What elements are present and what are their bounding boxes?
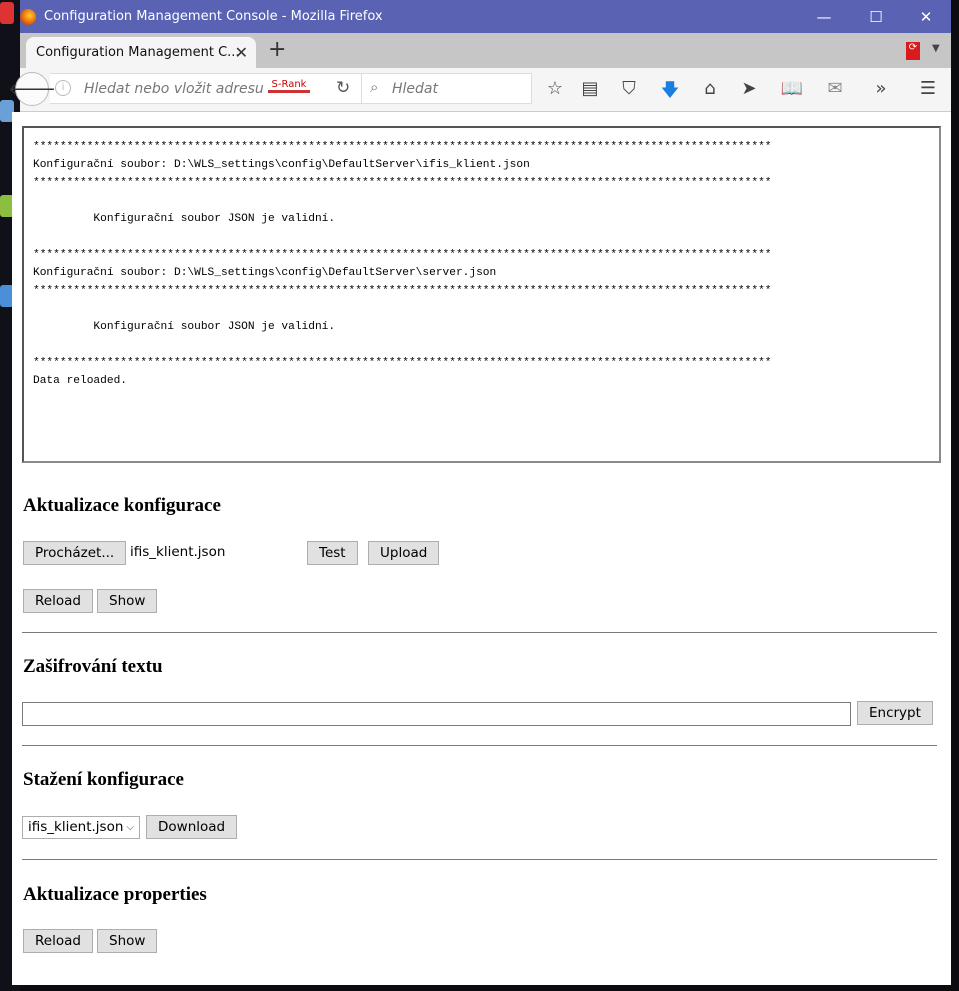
divider xyxy=(22,859,937,860)
firefox-logo-icon xyxy=(20,8,36,25)
config-file-select[interactable]: ifis_klient.json ⌵ xyxy=(22,816,140,839)
tab-list-dropdown-icon[interactable]: ▼ xyxy=(932,43,940,54)
heading-download: Stažení konfigurace xyxy=(23,769,184,790)
log-line: Konfigurační soubor: D:\WLS_settings\con… xyxy=(33,267,497,279)
log-line: Konfigurační soubor JSON je validní. xyxy=(33,321,336,333)
pocket-icon[interactable]: ⛉ xyxy=(617,78,641,99)
reload-config-button[interactable]: Reload xyxy=(23,589,93,613)
window-title: Configuration Management Console - Mozil… xyxy=(44,9,383,24)
search-icon: ⌕ xyxy=(370,78,379,96)
desktop-icon xyxy=(0,2,14,24)
home-icon[interactable]: ⌂ xyxy=(698,78,722,99)
log-line: ****************************************… xyxy=(33,141,772,153)
heading-config-update: Aktualizace konfigurace xyxy=(23,495,221,516)
encrypt-button[interactable]: Encrypt xyxy=(857,701,933,725)
close-tab-icon[interactable]: ✕ xyxy=(235,43,248,62)
tab-label: Configuration Management C... xyxy=(36,45,240,60)
page-content: ****************************************… xyxy=(12,112,951,985)
download-icon[interactable]: 🡇 xyxy=(658,78,682,108)
title-bar: Configuration Management Console - Mozil… xyxy=(20,0,951,33)
encrypt-text-input[interactable] xyxy=(22,702,851,726)
log-line: Konfigurační soubor: D:\WLS_settings\con… xyxy=(33,159,530,171)
menu-hamburger-icon[interactable]: ☰ xyxy=(916,78,940,99)
divider xyxy=(22,632,937,633)
log-line: ****************************************… xyxy=(33,177,772,189)
reader-book-icon[interactable]: 📖 xyxy=(780,78,804,99)
show-properties-button[interactable]: Show xyxy=(97,929,158,953)
chevron-down-icon: ⌵ xyxy=(126,822,134,833)
upload-button[interactable]: Upload xyxy=(368,541,440,565)
overflow-icon[interactable]: » xyxy=(869,78,893,99)
new-tab-button[interactable]: + xyxy=(268,37,286,62)
log-line: ****************************************… xyxy=(33,357,772,369)
heading-properties: Aktualizace properties xyxy=(23,884,207,905)
download-button[interactable]: Download xyxy=(146,815,238,839)
url-input[interactable]: Hledat nebo vložit adresu xyxy=(84,81,264,97)
reload-properties-button[interactable]: Reload xyxy=(23,929,93,953)
log-line: Konfigurační soubor JSON je validní. xyxy=(33,213,336,225)
srank-icon[interactable]: S-Rank xyxy=(268,79,310,93)
search-input[interactable]: Hledat xyxy=(392,81,438,97)
bookmarks-list-icon[interactable]: ▤ xyxy=(578,78,602,99)
log-output[interactable]: ****************************************… xyxy=(22,126,941,463)
show-config-button[interactable]: Show xyxy=(97,589,158,613)
minimize-button[interactable]: — xyxy=(801,0,847,33)
back-button[interactable]: 🡐 xyxy=(8,72,56,106)
url-bar[interactable]: i Hledat nebo vložit adresu S-Rank ↻ xyxy=(50,73,374,104)
close-window-button[interactable]: ✕ xyxy=(903,0,949,33)
mail-icon[interactable]: ✉ xyxy=(823,78,847,99)
maximize-button[interactable]: ☐ xyxy=(853,0,899,33)
search-box[interactable]: ⌕ Hledat xyxy=(361,73,532,104)
send-icon[interactable]: ➤ xyxy=(737,78,761,99)
heading-encrypt: Zašifrování textu xyxy=(23,656,163,677)
config-file-select-value: ifis_klient.json xyxy=(28,819,124,835)
divider xyxy=(22,745,937,746)
tab-bar: Configuration Management C... ✕ + ⟳ ▼ xyxy=(20,33,951,68)
log-line: ****************************************… xyxy=(33,285,772,297)
log-line: Data reloaded. xyxy=(33,375,127,387)
info-icon[interactable]: i xyxy=(55,80,71,96)
back-arrow-icon: 🡐 xyxy=(7,78,57,100)
browse-button[interactable]: Procházet... xyxy=(23,541,127,565)
log-line: ****************************************… xyxy=(33,249,772,261)
extension-icon[interactable]: ⟳ xyxy=(906,42,920,60)
selected-file-name: ifis_klient.json xyxy=(130,544,226,560)
test-button[interactable]: Test xyxy=(307,541,358,565)
nav-bar: i Hledat nebo vložit adresu S-Rank ↻ 🡐 ⌕… xyxy=(8,68,951,112)
tab-active[interactable]: Configuration Management C... ✕ xyxy=(26,37,256,68)
reload-icon[interactable]: ↻ xyxy=(336,78,350,98)
bookmark-star-icon[interactable]: ☆ xyxy=(543,78,567,99)
